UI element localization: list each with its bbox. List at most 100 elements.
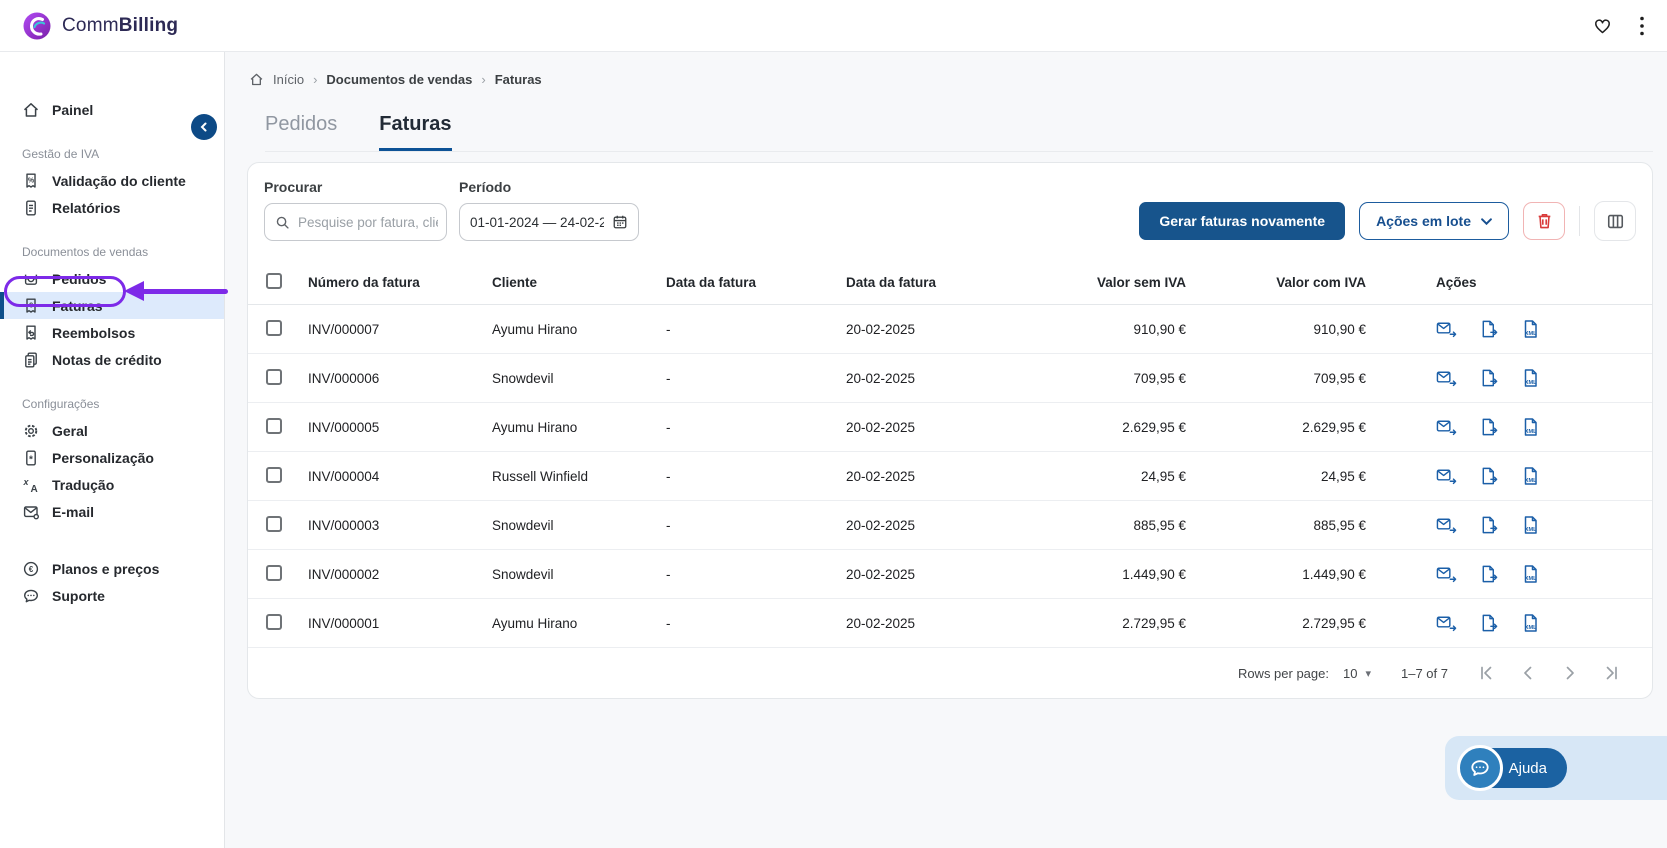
sidebar-item-notas-de-credito[interactable]: Notas de crédito <box>0 346 224 373</box>
breadcrumb-item-documentos[interactable]: Documentos de vendas <box>326 72 472 87</box>
send-email-icon[interactable] <box>1436 614 1457 632</box>
first-page-icon[interactable] <box>1478 665 1494 681</box>
row-checkbox[interactable] <box>266 564 282 581</box>
columns-icon <box>1606 212 1625 231</box>
cell-gross-amount: 2.629,95 € <box>1302 419 1366 435</box>
calendar-icon <box>612 214 628 230</box>
batch-actions-button[interactable]: Ações em lote <box>1359 202 1509 240</box>
send-email-icon[interactable] <box>1436 467 1457 485</box>
app-root: CommBilling Painel Gestão de IVA % Valid… <box>0 0 1667 848</box>
export-document-icon[interactable] <box>1479 466 1499 486</box>
sidebar-item-personalizacao[interactable]: * Personalização <box>0 444 224 471</box>
last-page-icon[interactable] <box>1604 665 1620 681</box>
export-xml-icon[interactable]: XML <box>1521 613 1541 633</box>
help-button[interactable]: Ajuda <box>1456 745 1567 791</box>
filter-toolbar: Procurar Período 01-01-2024 — 24-02-2025 <box>248 163 1652 261</box>
table-row[interactable]: INV/000002 Snowdevil - 20-02-2025 1.449,… <box>248 550 1652 599</box>
tab-faturas[interactable]: Faturas <box>379 113 452 151</box>
select-all-checkbox[interactable] <box>266 273 282 289</box>
sidebar-item-traducao[interactable]: xA Tradução <box>0 471 224 498</box>
column-settings-button[interactable] <box>1594 201 1636 241</box>
send-email-icon[interactable] <box>1436 565 1457 583</box>
export-xml-icon[interactable]: XML <box>1521 368 1541 388</box>
export-document-icon[interactable] <box>1479 319 1499 339</box>
period-range-value: 01-01-2024 — 24-02-2025 <box>470 214 604 230</box>
search-input[interactable] <box>298 214 438 230</box>
sidebar-item-painel[interactable]: Painel <box>0 96 224 123</box>
export-xml-icon[interactable]: XML <box>1521 319 1541 339</box>
cell-client: Ayumu Hirano <box>492 321 578 337</box>
column-header-invoice-date-2[interactable]: Data da fatura <box>846 275 1046 290</box>
cell-net-amount: 885,95 € <box>1133 517 1186 533</box>
sidebar-item-relatorios[interactable]: Relatórios <box>0 194 224 221</box>
period-label: Período <box>459 179 512 195</box>
row-checkbox[interactable] <box>266 319 282 336</box>
svg-text:XML: XML <box>1525 527 1537 533</box>
send-email-icon[interactable] <box>1436 418 1457 436</box>
export-xml-icon[interactable]: XML <box>1521 417 1541 437</box>
breadcrumb-item-inicio[interactable]: Início <box>273 72 304 87</box>
column-header-invoice-date-1[interactable]: Data da fatura <box>666 275 846 290</box>
period-range-input[interactable]: 01-01-2024 — 24-02-2025 <box>459 203 639 241</box>
sidebar: Painel Gestão de IVA % Validação do clie… <box>0 52 225 848</box>
cell-client: Russell Winfield <box>492 468 589 484</box>
send-email-icon[interactable] <box>1436 516 1457 534</box>
kebab-menu-icon[interactable] <box>1639 15 1645 37</box>
breadcrumb-home-icon[interactable] <box>249 72 264 87</box>
cell-net-amount: 2.629,95 € <box>1122 419 1186 435</box>
sidebar-item-pedidos[interactable]: Pedidos <box>0 265 224 292</box>
export-document-icon[interactable] <box>1479 515 1499 535</box>
sidebar-item-validacao-do-cliente[interactable]: % Validação do cliente <box>0 167 224 194</box>
pagination-bar: Rows per page: 10 ▾ 1–7 of 7 <box>248 648 1652 698</box>
row-checkbox[interactable] <box>266 368 282 385</box>
next-page-icon[interactable] <box>1562 665 1578 681</box>
export-document-icon[interactable] <box>1479 368 1499 388</box>
column-header-net-amount[interactable]: Valor sem IVA <box>1046 275 1186 290</box>
column-header-client[interactable]: Cliente <box>492 275 666 290</box>
table-row[interactable]: INV/000004 Russell Winfield - 20-02-2025… <box>248 452 1652 501</box>
svg-text:XML: XML <box>1525 331 1537 337</box>
sidebar-item-reembolsos[interactable]: Reembolsos <box>0 319 224 346</box>
send-email-icon[interactable] <box>1436 369 1457 387</box>
export-xml-icon[interactable]: XML <box>1521 515 1541 535</box>
delete-button[interactable] <box>1523 202 1565 240</box>
brand-mark-icon <box>22 11 52 41</box>
table-row[interactable]: INV/000001 Ayumu Hirano - 20-02-2025 2.7… <box>248 599 1652 648</box>
cell-client: Snowdevil <box>492 566 554 582</box>
table-row[interactable]: INV/000007 Ayumu Hirano - 20-02-2025 910… <box>248 305 1652 354</box>
send-email-icon[interactable] <box>1436 320 1457 338</box>
rows-per-page-select[interactable]: 10 ▾ <box>1343 666 1371 681</box>
tab-bar: Pedidos Faturas <box>265 113 1653 152</box>
previous-page-icon[interactable] <box>1520 665 1536 681</box>
sidebar-item-suporte[interactable]: Suporte <box>0 582 224 609</box>
toolbar-divider <box>1579 206 1580 236</box>
cell-invoice-date-2: 20-02-2025 <box>846 615 916 631</box>
table-row[interactable]: INV/000003 Snowdevil - 20-02-2025 885,95… <box>248 501 1652 550</box>
column-header-gross-amount[interactable]: Valor com IVA <box>1186 275 1366 290</box>
export-document-icon[interactable] <box>1479 564 1499 584</box>
column-header-invoice-number[interactable]: Número da fatura <box>308 275 492 290</box>
row-checkbox[interactable] <box>266 613 282 630</box>
favorites-heart-icon[interactable] <box>1592 16 1613 36</box>
cell-invoice-number: INV/000001 <box>308 615 380 631</box>
export-document-icon[interactable] <box>1479 417 1499 437</box>
table-row[interactable]: INV/000005 Ayumu Hirano - 20-02-2025 2.6… <box>248 403 1652 452</box>
row-checkbox[interactable] <box>266 466 282 483</box>
export-xml-icon[interactable]: XML <box>1521 564 1541 584</box>
svg-text:x: x <box>23 477 30 487</box>
svg-text:XML: XML <box>1525 429 1537 435</box>
row-checkbox[interactable] <box>266 515 282 532</box>
sidebar-item-geral[interactable]: Geral <box>0 417 224 444</box>
export-document-icon[interactable] <box>1479 613 1499 633</box>
tab-pedidos[interactable]: Pedidos <box>265 113 337 151</box>
sidebar-item-email[interactable]: E-mail <box>0 498 224 525</box>
report-document-icon <box>22 199 40 217</box>
row-checkbox[interactable] <box>266 417 282 434</box>
regenerate-invoices-button[interactable]: Gerar faturas novamente <box>1139 202 1346 240</box>
table-row[interactable]: INV/000006 Snowdevil - 20-02-2025 709,95… <box>248 354 1652 403</box>
sidebar-item-faturas[interactable]: € Faturas <box>0 292 224 319</box>
svg-text:%: % <box>28 177 35 184</box>
sidebar-item-planos-e-precos[interactable]: € Planos e preços <box>0 555 224 582</box>
export-xml-icon[interactable]: XML <box>1521 466 1541 486</box>
cell-client: Snowdevil <box>492 370 554 386</box>
